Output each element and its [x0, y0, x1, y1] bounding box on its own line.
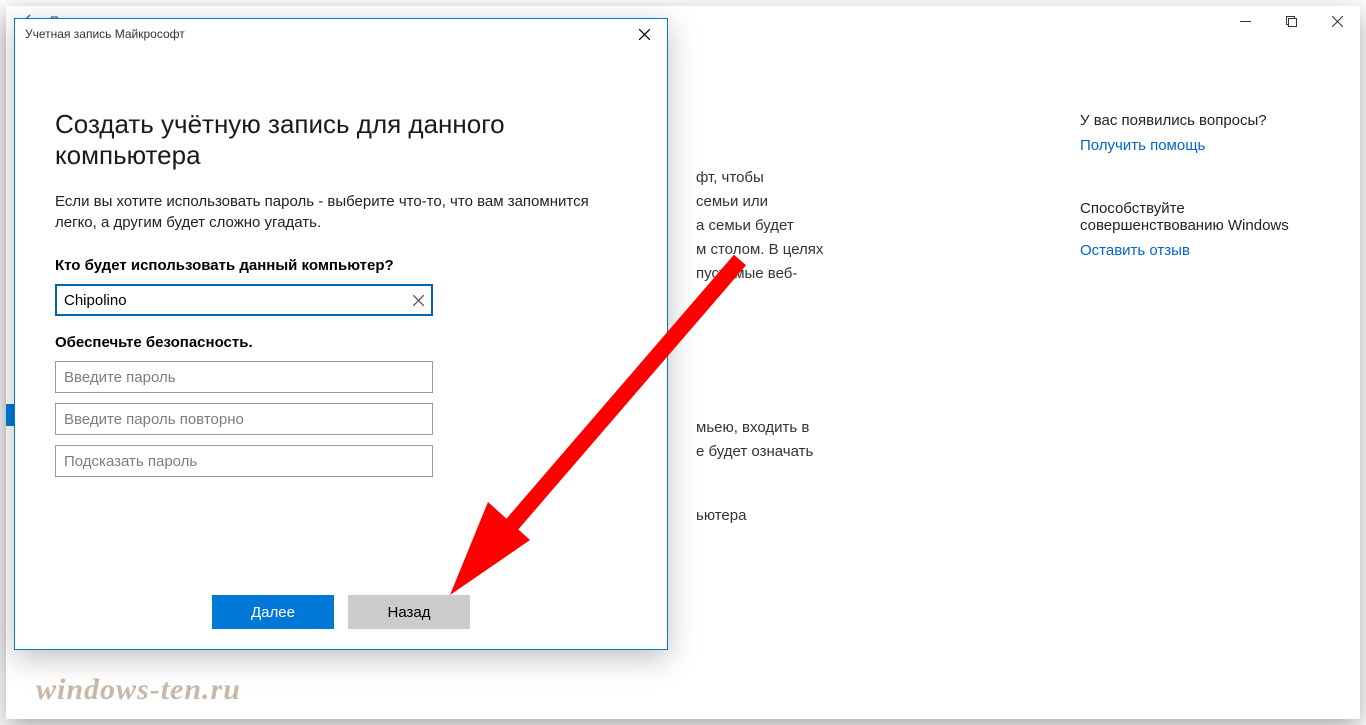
security-label: Обеспечьте безопасность.: [55, 334, 627, 351]
questions-label: У вас появились вопросы?: [1080, 112, 1320, 129]
watermark: windows-ten.ru: [36, 673, 241, 707]
dialog-description: Если вы хотите использовать пароль - выб…: [55, 191, 615, 233]
get-help-link[interactable]: Получить помощь: [1080, 137, 1320, 154]
back-button-dialog[interactable]: Назад: [348, 595, 470, 629]
password-input[interactable]: [55, 361, 433, 393]
clear-input-icon[interactable]: [403, 284, 433, 316]
username-input[interactable]: [55, 284, 433, 316]
close-parent-button[interactable]: [1314, 6, 1360, 36]
dialog-title: Учетная запись Майкрософт: [25, 27, 185, 41]
dialog-heading: Создать учётную запись для данного компь…: [55, 109, 627, 171]
feedback-link[interactable]: Оставить отзыв: [1080, 242, 1320, 259]
password-hint-input[interactable]: [55, 445, 433, 477]
next-button[interactable]: Далее: [212, 595, 334, 629]
password-confirm-input[interactable]: [55, 403, 433, 435]
minimize-button[interactable]: [1222, 6, 1268, 36]
username-label: Кто будет использовать данный компьютер?: [55, 257, 627, 274]
maximize-button[interactable]: [1268, 6, 1314, 36]
help-sidebar: У вас появились вопросы? Получить помощь…: [1080, 112, 1320, 299]
improve-label: Способствуйтесовершенствованию Windows: [1080, 200, 1320, 234]
create-account-dialog: Учетная запись Майкрософт Создать учётну…: [14, 18, 668, 650]
dialog-close-button[interactable]: [621, 19, 667, 49]
dialog-titlebar: Учетная запись Майкрософт: [15, 19, 667, 49]
